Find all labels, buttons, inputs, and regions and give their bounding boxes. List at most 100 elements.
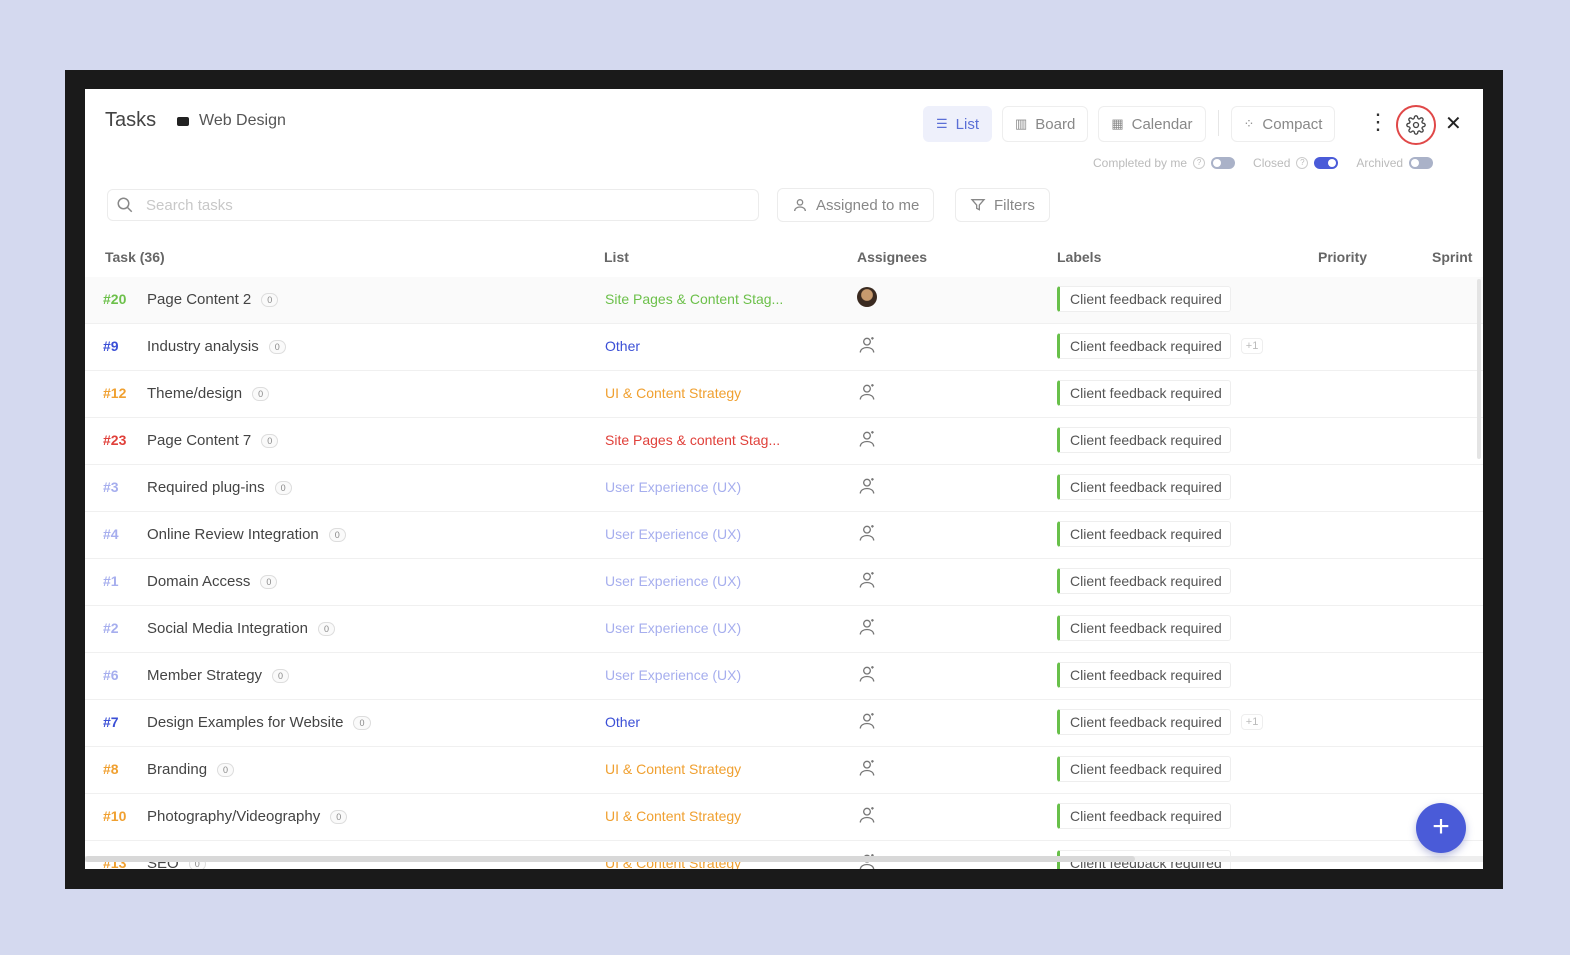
settings-button[interactable] <box>1396 105 1436 145</box>
view-board-button[interactable]: ▥ Board <box>1002 106 1089 142</box>
horizontal-scrollbar[interactable] <box>85 856 1483 862</box>
table-row[interactable]: #1 Domain Access 0 User Experience (UX) Clie… <box>85 559 1483 606</box>
table-row[interactable]: #8 Branding 0 UI & Content Strategy Client f… <box>85 747 1483 794</box>
table-row[interactable]: #13 SEO 0 UI & Content Strategy Client feedb… <box>85 841 1483 869</box>
assignee-cell[interactable] <box>857 428 881 452</box>
assignee-cell[interactable] <box>857 710 881 734</box>
scrollbar-thumb[interactable] <box>85 856 1135 862</box>
task-name-cell[interactable]: Branding 0 <box>147 761 235 778</box>
view-compact-button[interactable]: ⁘ Compact <box>1230 106 1336 142</box>
task-list[interactable]: User Experience (UX) <box>605 667 741 683</box>
task-list[interactable]: User Experience (UX) <box>605 620 741 636</box>
task-id: #20 <box>103 291 127 307</box>
labels-cell[interactable]: Client feedback required +1 <box>1057 709 1264 735</box>
view-list-button[interactable]: ☰ List <box>923 106 992 142</box>
task-list[interactable]: Other <box>605 714 640 730</box>
project-name[interactable]: Web Design <box>177 112 286 130</box>
column-list[interactable]: List <box>604 249 629 265</box>
labels-cell[interactable]: Client feedback required <box>1057 568 1231 594</box>
labels-cell[interactable]: Client feedback required <box>1057 427 1231 453</box>
labels-cell[interactable]: Client feedback required <box>1057 615 1231 641</box>
toggle-switch[interactable] <box>1211 157 1236 169</box>
task-list[interactable]: UI & Content Strategy <box>605 761 741 777</box>
table-row[interactable]: #9 Industry analysis 0 Other Client feedback… <box>85 324 1483 371</box>
labels-cell[interactable]: Client feedback required <box>1057 286 1231 312</box>
assignee-cell[interactable] <box>857 757 881 781</box>
task-name-cell[interactable]: Social Media Integration 0 <box>147 620 335 637</box>
toggle-switch[interactable] <box>1314 157 1339 169</box>
board-icon: ▥ <box>1015 116 1028 131</box>
help-icon[interactable]: ? <box>1193 157 1206 169</box>
unassigned-user-icon <box>859 431 875 447</box>
search-box <box>107 189 759 221</box>
subtask-count: 0 <box>317 621 335 636</box>
column-labels[interactable]: Labels <box>1057 249 1101 265</box>
search-input[interactable] <box>144 195 708 215</box>
subtask-count: 0 <box>261 433 279 448</box>
table-row[interactable]: #2 Social Media Integration 0 User Experien… <box>85 606 1483 653</box>
list-icon: ☰ <box>936 116 948 131</box>
unassigned-user-icon <box>859 384 875 400</box>
view-calendar-button[interactable]: ▦ Calendar <box>1098 106 1206 142</box>
labels-cell[interactable]: Client feedback required <box>1057 380 1231 406</box>
table-row[interactable]: #23 Page Content 7 0 Site Pages & content S… <box>85 418 1483 465</box>
filters-button[interactable]: Filters <box>955 188 1050 222</box>
close-icon[interactable]: ✕ <box>1445 111 1462 136</box>
assignee-cell[interactable] <box>857 475 881 499</box>
table-row[interactable]: #6 Member Strategy 0 User Experience (UX) Cl… <box>85 653 1483 700</box>
task-list[interactable]: Other <box>605 338 640 354</box>
task-list[interactable]: User Experience (UX) <box>605 479 741 495</box>
task-list[interactable]: User Experience (UX) <box>605 573 741 589</box>
add-task-button[interactable]: + <box>1416 803 1466 853</box>
help-icon[interactable]: ? <box>1296 157 1309 169</box>
table-row[interactable]: #7 Design Examples for Website 0 Other Clien… <box>85 700 1483 747</box>
task-list[interactable]: UI & Content Strategy <box>605 385 741 401</box>
task-name-cell[interactable]: Industry analysis 0 <box>147 338 286 355</box>
unassigned-user-icon <box>859 713 875 729</box>
label-chip: Client feedback required <box>1057 286 1231 312</box>
table-row[interactable]: #3 Required plug-ins 0 User Experience (UX)… <box>85 465 1483 512</box>
task-name-cell[interactable]: Domain Access 0 <box>147 573 278 590</box>
column-task[interactable]: Task (36) <box>105 249 165 265</box>
vertical-scrollbar[interactable] <box>1477 279 1481 459</box>
table-row[interactable]: #12 Theme/design 0 UI & Content Strategy Cli… <box>85 371 1483 418</box>
labels-cell[interactable]: Client feedback required <box>1057 662 1231 688</box>
task-list[interactable]: User Experience (UX) <box>605 526 741 542</box>
compact-icon: ⁘ <box>1243 116 1255 131</box>
assignee-cell[interactable] <box>857 569 881 593</box>
labels-cell[interactable]: Client feedback required <box>1057 756 1231 782</box>
table-row[interactable]: #10 Photography/Videography 0 UI & Content … <box>85 794 1483 841</box>
assignee-cell[interactable] <box>857 804 881 828</box>
toggle-switch[interactable] <box>1409 157 1434 169</box>
column-assignees[interactable]: Assignees <box>857 249 927 265</box>
task-name-cell[interactable]: Online Review Integration 0 <box>147 526 346 543</box>
task-name-cell[interactable]: Member Strategy 0 <box>147 667 290 684</box>
task-name-cell[interactable]: Theme/design 0 <box>147 385 270 402</box>
assigned-to-me-button[interactable]: Assigned to me <box>777 188 935 222</box>
task-list[interactable]: Site Pages & content Stag... <box>605 432 780 448</box>
labels-cell[interactable]: Client feedback required <box>1057 803 1231 829</box>
table-row[interactable]: #4 Online Review Integration 0 User Experie… <box>85 512 1483 559</box>
column-sprint[interactable]: Sprint <box>1432 249 1472 265</box>
task-name-cell[interactable]: Page Content 2 0 <box>147 291 279 308</box>
task-name-cell[interactable]: Photography/Videography 0 <box>147 808 348 825</box>
subtask-count: 0 <box>328 527 346 542</box>
task-name-cell[interactable]: Required plug-ins 0 <box>147 479 292 496</box>
assignee-cell[interactable] <box>857 334 881 358</box>
task-name-cell[interactable]: Design Examples for Website 0 <box>147 714 371 731</box>
task-id: #9 <box>103 338 119 354</box>
assignee-cell[interactable] <box>857 616 881 640</box>
column-priority[interactable]: Priority <box>1318 249 1367 265</box>
assignee-cell[interactable] <box>857 522 881 546</box>
assignee-cell[interactable] <box>857 663 881 687</box>
task-list[interactable]: UI & Content Strategy <box>605 808 741 824</box>
labels-cell[interactable]: Client feedback required <box>1057 521 1231 547</box>
table-row[interactable]: #20 Page Content 2 0 Site Pages & Content S… <box>85 277 1483 324</box>
more-options-icon[interactable]: ⋮ <box>1367 111 1389 133</box>
task-list[interactable]: Site Pages & Content Stag... <box>605 291 783 307</box>
assignee-cell[interactable] <box>857 381 881 405</box>
labels-cell[interactable]: Client feedback required +1 <box>1057 333 1264 359</box>
task-name-cell[interactable]: Page Content 7 0 <box>147 432 279 449</box>
labels-cell[interactable]: Client feedback required <box>1057 474 1231 500</box>
assignee-cell[interactable] <box>857 287 881 311</box>
